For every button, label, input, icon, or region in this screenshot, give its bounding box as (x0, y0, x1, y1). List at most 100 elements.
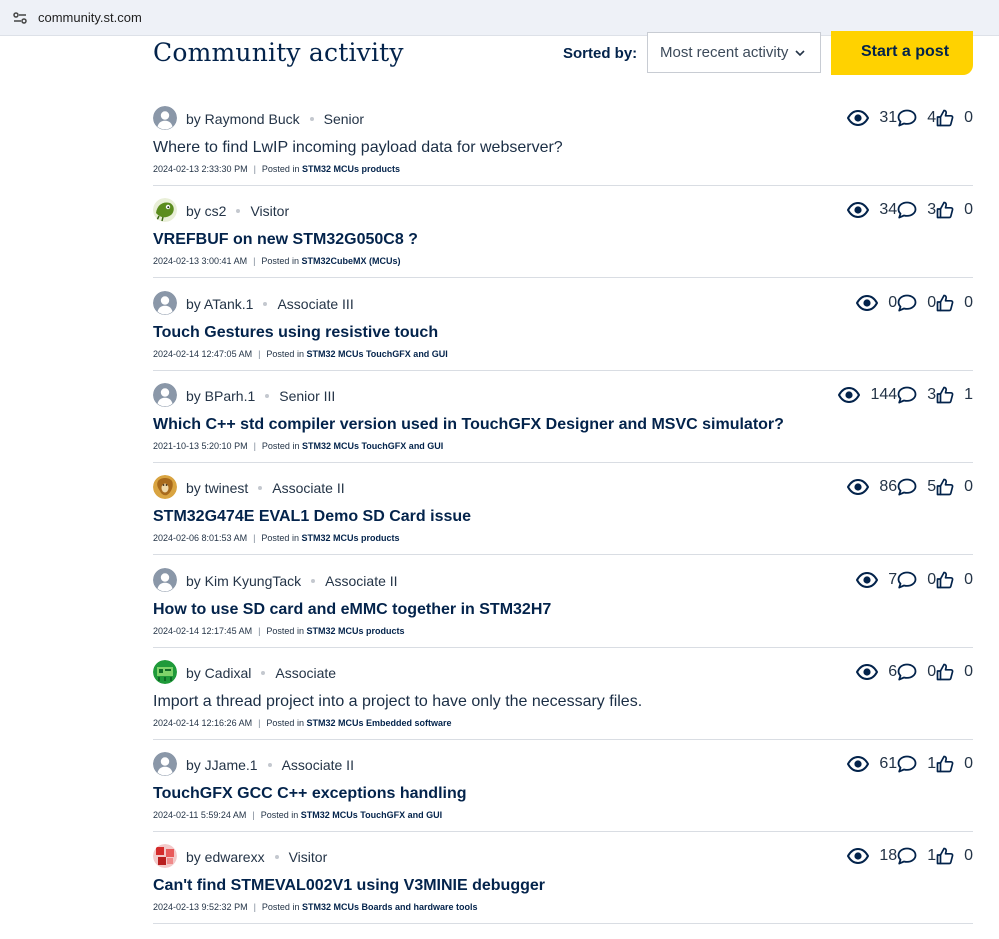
post-timestamp: 2024-02-13 3:00:41 AM (153, 256, 248, 267)
author-link[interactable]: by ATank.1 (186, 296, 253, 312)
post-stats: 0 0 0 (856, 291, 973, 315)
posted-in-label: Posted in (261, 256, 299, 267)
author-rank: Associate III (277, 295, 354, 312)
kudos-stat[interactable]: 0 (936, 109, 973, 127)
comment-icon (897, 201, 917, 219)
kudos-stat[interactable]: 0 (936, 201, 973, 219)
post-title-link[interactable]: How to use SD card and eMMC together in … (153, 601, 551, 619)
board-link[interactable]: STM32 MCUs products (301, 533, 399, 543)
post-meta: 2024-02-14 12:47:05 AM | Posted in STM32 M… (153, 349, 448, 359)
author-link[interactable]: by edwarexx (186, 849, 265, 865)
post-title-link[interactable]: STM32G474E EVAL1 Demo SD Card issue (153, 508, 471, 526)
kudos-stat[interactable]: 0 (936, 755, 973, 773)
default-avatar-icon[interactable] (153, 567, 177, 592)
post-meta: 2021-10-13 5:20:10 PM | Posted in STM32 MC… (153, 441, 443, 451)
kudos-stat[interactable]: 0 (936, 294, 973, 312)
post-timestamp: 2024-02-14 12:16:26 AM (153, 717, 253, 728)
eye-icon (838, 386, 861, 403)
post-title-link[interactable]: Where to find LwIP incoming payload data… (153, 139, 563, 157)
author-link[interactable]: by BParh.1 (186, 388, 255, 404)
author-link[interactable]: by JJame.1 (186, 757, 258, 773)
thumbs-up-icon[interactable] (936, 571, 954, 589)
thumbs-up-icon[interactable] (936, 201, 954, 219)
avatar[interactable] (153, 198, 177, 223)
avatar[interactable] (153, 844, 177, 869)
thumbs-up-icon[interactable] (936, 755, 954, 773)
default-avatar-icon[interactable] (153, 106, 177, 130)
author-rank: Associate (275, 664, 337, 681)
post-title-link[interactable]: Which C++ std compiler version used in T… (153, 416, 784, 434)
start-post-button[interactable]: Start a post (831, 31, 973, 75)
post-title-link[interactable]: Import a thread project into a project t… (153, 693, 642, 711)
replies-stat: 5 (897, 478, 936, 496)
board-link[interactable]: STM32 MCUs products (306, 626, 404, 636)
default-avatar-icon[interactable] (153, 382, 177, 407)
post-stats: 6 0 0 (856, 660, 973, 684)
views-stat: 6 (856, 663, 897, 681)
board-link[interactable]: STM32CubeMX (MCUs) (301, 256, 400, 266)
board-link[interactable]: STM32 MCUs Embedded software (306, 718, 451, 728)
kudos-stat[interactable]: 0 (936, 478, 973, 496)
sort-dropdown[interactable]: Most recent activity (647, 32, 821, 73)
replies-stat: 0 (897, 571, 936, 589)
kudos-stat[interactable]: 0 (936, 571, 973, 589)
avatar[interactable] (153, 475, 177, 500)
separator-dot (263, 301, 268, 306)
kudos-stat[interactable]: 0 (936, 847, 973, 865)
eye-icon (856, 663, 879, 680)
post-byline: by JJame.1 Associate II (186, 757, 354, 773)
author-link[interactable]: by cs2 (186, 203, 226, 219)
post-title-link[interactable]: Touch Gestures using resistive touch (153, 324, 438, 342)
thumbs-up-icon[interactable] (936, 386, 954, 404)
post-title-link[interactable]: VREFBUF on new STM32G050C8 ? (153, 231, 418, 249)
author-link[interactable]: by Raymond Buck (186, 111, 300, 127)
views-stat: 61 (847, 755, 897, 773)
eye-icon (847, 110, 870, 126)
thumbs-up-icon[interactable] (936, 663, 954, 681)
post-byline: by cs2 Visitor (186, 203, 289, 219)
author-link[interactable]: by Cadixal (186, 665, 251, 681)
kudos-stat[interactable]: 0 (936, 663, 973, 681)
posted-in-label: Posted in (261, 164, 300, 174)
views-count: 6 (888, 662, 898, 680)
replies-stat: 1 (897, 755, 936, 773)
posted-in-label: Posted in (261, 902, 300, 913)
kudos-stat[interactable]: 1 (936, 386, 973, 404)
thumbs-up-icon[interactable] (936, 294, 954, 312)
post-item: by edwarexx Visitor Can't find STMEVAL002… (153, 832, 973, 925)
board-link[interactable]: STM32 MCUs products (302, 164, 400, 174)
url-text[interactable]: community.st.com (38, 10, 142, 25)
avatar[interactable] (153, 659, 177, 684)
posted-in-label: Posted in (266, 348, 304, 359)
kudos-count: 0 (964, 478, 973, 496)
post-title-link[interactable]: Can't find STMEVAL002V1 using V3MINIE de… (153, 877, 545, 895)
post-stats: 144 3 1 (838, 383, 973, 407)
post-title-link[interactable]: TouchGFX GCC C++ exceptions handling (153, 785, 467, 803)
site-settings-icon[interactable] (12, 10, 28, 26)
board-link[interactable]: STM32 MCUs TouchGFX and GUI (306, 349, 447, 359)
board-link[interactable]: STM32 MCUs Boards and hardware tools (302, 902, 478, 912)
views-stat: 18 (847, 847, 897, 865)
thumbs-up-icon[interactable] (936, 109, 954, 127)
thumbs-up-icon[interactable] (936, 478, 954, 496)
author-link[interactable]: by twinest (186, 480, 248, 496)
post-timestamp: 2024-02-06 8:01:53 AM (153, 533, 248, 544)
post-byline: by twinest Associate II (186, 480, 345, 496)
default-avatar-icon[interactable] (153, 290, 177, 315)
views-count: 0 (888, 293, 898, 311)
kudos-count: 0 (964, 662, 973, 680)
replies-stat: 3 (897, 386, 936, 404)
author-rank: Senior (323, 111, 365, 127)
posted-in-label: Posted in (261, 440, 300, 451)
author-link[interactable]: by Kim KyungTack (186, 573, 301, 589)
separator-dot (261, 670, 266, 675)
board-link[interactable]: STM32 MCUs TouchGFX and GUI (302, 441, 443, 451)
default-avatar-icon[interactable] (153, 752, 177, 777)
views-count: 61 (879, 755, 898, 773)
meta-separator: | (253, 902, 256, 913)
replies-count: 3 (927, 201, 937, 219)
thumbs-up-icon[interactable] (936, 847, 954, 865)
posted-in-label: Posted in (260, 810, 299, 821)
replies-stat: 1 (897, 847, 936, 865)
board-link[interactable]: STM32 MCUs TouchGFX and GUI (301, 810, 442, 820)
